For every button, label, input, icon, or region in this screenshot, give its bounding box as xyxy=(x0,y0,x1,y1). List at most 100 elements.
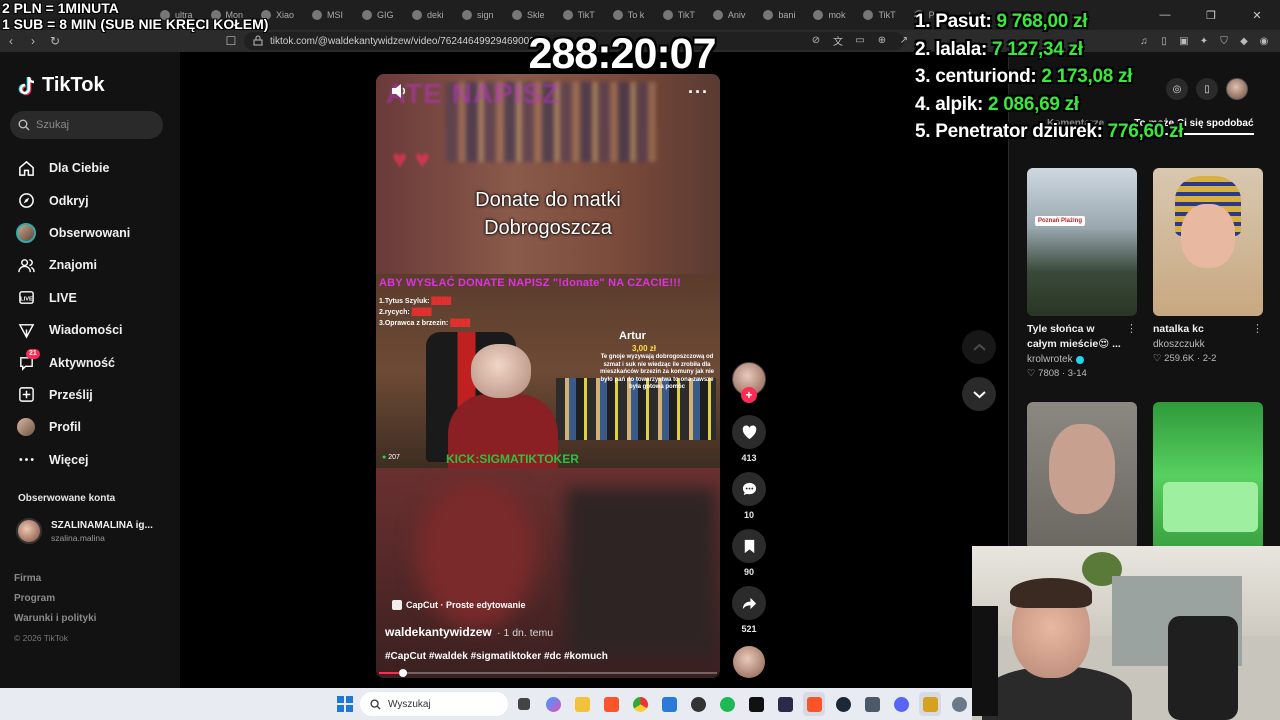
menu-icon[interactable]: ≡ xyxy=(1276,33,1280,49)
author-name[interactable]: waldekantywidzew xyxy=(385,625,492,639)
video-thumbnail[interactable]: Poznań Plażing xyxy=(1027,168,1137,316)
share-button[interactable]: 521 xyxy=(732,586,766,634)
video-thumbnail[interactable] xyxy=(1027,402,1137,550)
browser-tab[interactable]: MSI xyxy=(304,3,352,27)
music-disc-avatar[interactable] xyxy=(733,646,765,678)
steam-icon[interactable] xyxy=(832,692,854,716)
video-hashtags[interactable]: #CapCut #waldek #sigmatiktoker #dc #komu… xyxy=(385,651,608,662)
profile-icon[interactable]: ◉ xyxy=(1256,33,1272,49)
browser-tab[interactable]: To k xyxy=(605,3,653,27)
sidebar-item-live[interactable]: LIVE LIVE xyxy=(16,282,130,314)
footer-link-program[interactable]: Program xyxy=(14,593,96,613)
copilot-icon[interactable] xyxy=(542,692,564,716)
sidebar-item-odkryj[interactable]: Odkryj xyxy=(16,184,130,216)
discord-icon[interactable] xyxy=(890,692,912,716)
explorer-icon[interactable] xyxy=(571,692,593,716)
video-author[interactable]: waldekantywidzew · 1 dn. temu xyxy=(385,625,553,639)
browser-tab[interactable]: bani xyxy=(755,3,803,27)
sidebar-item-dla-ciebie[interactable]: Dla Ciebie xyxy=(16,152,130,184)
brave-active-icon[interactable] xyxy=(803,692,825,716)
close-window-button[interactable]: ✕ xyxy=(1234,0,1280,30)
app-icon[interactable] xyxy=(774,692,796,716)
send-icon xyxy=(16,320,36,340)
cast-icon[interactable]: ▭ xyxy=(852,32,868,48)
capcut-app-icon[interactable] xyxy=(745,692,767,716)
video-thumbnail[interactable] xyxy=(1153,168,1263,316)
sidebar-item-obserwowani[interactable]: Obserwowani xyxy=(16,217,130,249)
card-menu-icon[interactable]: ⋮ xyxy=(1126,322,1137,335)
user-avatar[interactable] xyxy=(1226,78,1248,100)
browser-tab[interactable]: TikT xyxy=(555,3,603,27)
browser-tab[interactable]: TikT xyxy=(655,3,703,27)
followed-account[interactable]: SZALINAMALINA ig... szalina.malina xyxy=(16,518,153,544)
streaming-app-icon[interactable] xyxy=(919,692,941,716)
suggested-video-card[interactable]: natalka kc ⋮ dkoszczukk ♡ 259.6K · 2-2 xyxy=(1153,168,1263,364)
sidebar-item-aktywnosc[interactable]: 21 Aktywność xyxy=(16,346,130,378)
tiktok-sidebar: TikTok Szukaj Dla Ciebie Odkryj Obserwow… xyxy=(0,52,180,688)
suggested-video-card[interactable] xyxy=(1153,402,1263,550)
follow-button[interactable]: + xyxy=(741,387,757,403)
brave-icon[interactable] xyxy=(600,692,622,716)
next-video-button[interactable] xyxy=(962,377,996,411)
card-author[interactable]: krolwrotek xyxy=(1027,354,1137,365)
card-menu-icon[interactable]: ⋮ xyxy=(1252,322,1263,335)
taskbar-search[interactable]: Wyszukaj xyxy=(360,692,508,716)
url-text: tiktok.com/@waldekantywidzew/video/76244… xyxy=(270,35,546,47)
browser-tab[interactable]: Skle xyxy=(504,3,553,27)
obs-icon[interactable] xyxy=(687,692,709,716)
donor-name: Artur xyxy=(619,330,646,342)
no-tracking-icon[interactable]: ⊘ xyxy=(808,32,824,48)
sidebar-item-wiadomosci[interactable]: Wiadomości xyxy=(16,314,130,346)
store-icon[interactable] xyxy=(658,692,680,716)
maximize-button[interactable]: ❐ xyxy=(1188,0,1234,30)
shield-icon[interactable]: ⛉ xyxy=(1216,33,1232,49)
tiktok-logo[interactable]: TikTok xyxy=(16,74,105,97)
previous-video-button[interactable] xyxy=(962,330,996,364)
search-input[interactable]: Szukaj xyxy=(10,111,163,139)
sidebar-item-profil[interactable]: Profil xyxy=(16,411,130,443)
chevron-up-icon xyxy=(972,343,986,351)
chrome-icon[interactable] xyxy=(629,692,651,716)
spotify-icon[interactable] xyxy=(716,692,738,716)
browser-tab[interactable]: Aniv xyxy=(705,3,754,27)
video-progress-bar[interactable] xyxy=(379,669,717,677)
browser-tab[interactable]: deki xyxy=(404,3,452,27)
donation-leaderboard: 1. Pasut: 9 768,00 zł 2. lalala: 7 127,3… xyxy=(915,8,1183,146)
share-icon[interactable]: ↗ xyxy=(896,32,912,48)
settings-icon[interactable] xyxy=(948,692,970,716)
sidebar-item-znajomi[interactable]: Znajomi xyxy=(16,249,130,281)
bookmark-icon[interactable]: ☐ xyxy=(220,30,242,52)
reload-button[interactable]: ↻ xyxy=(44,30,66,52)
browser-tab[interactable]: GIG xyxy=(354,3,402,27)
suggested-video-card[interactable] xyxy=(1027,402,1137,550)
footer-link-terms[interactable]: Warunki i polityki xyxy=(14,613,96,633)
video-thumbnail[interactable] xyxy=(1153,402,1263,550)
save-button[interactable]: 90 xyxy=(732,529,766,577)
comment-button[interactable]: 10 xyxy=(732,472,766,520)
zoom-icon[interactable]: ⊕ xyxy=(874,32,890,48)
back-button[interactable]: ‹ xyxy=(0,30,22,52)
calculator-icon[interactable] xyxy=(861,692,883,716)
suggested-video-card[interactable]: Poznań Plażing Tyle słońca w całym mieśc… xyxy=(1027,168,1137,379)
browser-tab[interactable]: TikT xyxy=(855,3,903,27)
task-view-icon[interactable] xyxy=(513,692,535,716)
extension-icon[interactable]: ✦ xyxy=(1196,33,1212,49)
capcut-label[interactable]: CapCut · Proste edytowanie xyxy=(392,600,526,610)
forward-button[interactable]: › xyxy=(22,30,44,52)
start-button[interactable] xyxy=(337,696,353,712)
sidebar-item-przeslij[interactable]: Prześlij xyxy=(16,379,130,411)
progress-knob[interactable] xyxy=(398,669,407,677)
vpn-icon[interactable]: ◆ xyxy=(1236,33,1252,49)
card-author[interactable]: dkoszczukk xyxy=(1153,339,1263,350)
mobile-app-icon[interactable]: ▯ xyxy=(1196,78,1218,100)
video-player[interactable]: ATE NAPISZ ♥ ♥ Donate do matki Dobrogosz… xyxy=(376,74,720,678)
sidebar-item-wiecej[interactable]: Więcej xyxy=(16,444,130,476)
browser-tab[interactable]: mok xyxy=(805,3,853,27)
browser-tab[interactable]: sign xyxy=(454,3,502,27)
translate-icon[interactable]: 文 xyxy=(830,32,846,48)
volume-icon[interactable] xyxy=(390,82,408,100)
site-info-icon[interactable] xyxy=(253,35,263,46)
more-options-icon[interactable]: ··· xyxy=(688,82,709,103)
footer-link-firma[interactable]: Firma xyxy=(14,573,96,593)
like-button[interactable]: 413 xyxy=(732,415,766,463)
